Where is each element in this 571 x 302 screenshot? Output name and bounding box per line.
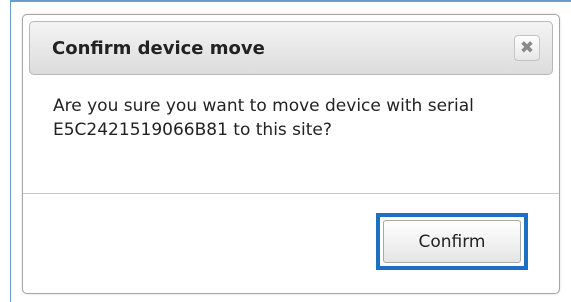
page-frame-left-border [10,0,11,302]
dialog-divider [23,193,559,194]
dialog-title: Confirm device move [52,38,265,59]
confirm-device-move-dialog: Confirm device move ✖ Are you sure you w… [22,14,560,294]
dialog-message: Are you sure you want to move device wit… [53,96,474,140]
confirm-button-label: Confirm [383,220,521,263]
page-frame-top-border [10,0,571,2]
confirm-button[interactable]: Confirm [376,213,528,270]
dialog-titlebar: Confirm device move ✖ [29,21,553,75]
close-button[interactable]: ✖ [514,35,540,61]
close-icon: ✖ [519,38,535,58]
